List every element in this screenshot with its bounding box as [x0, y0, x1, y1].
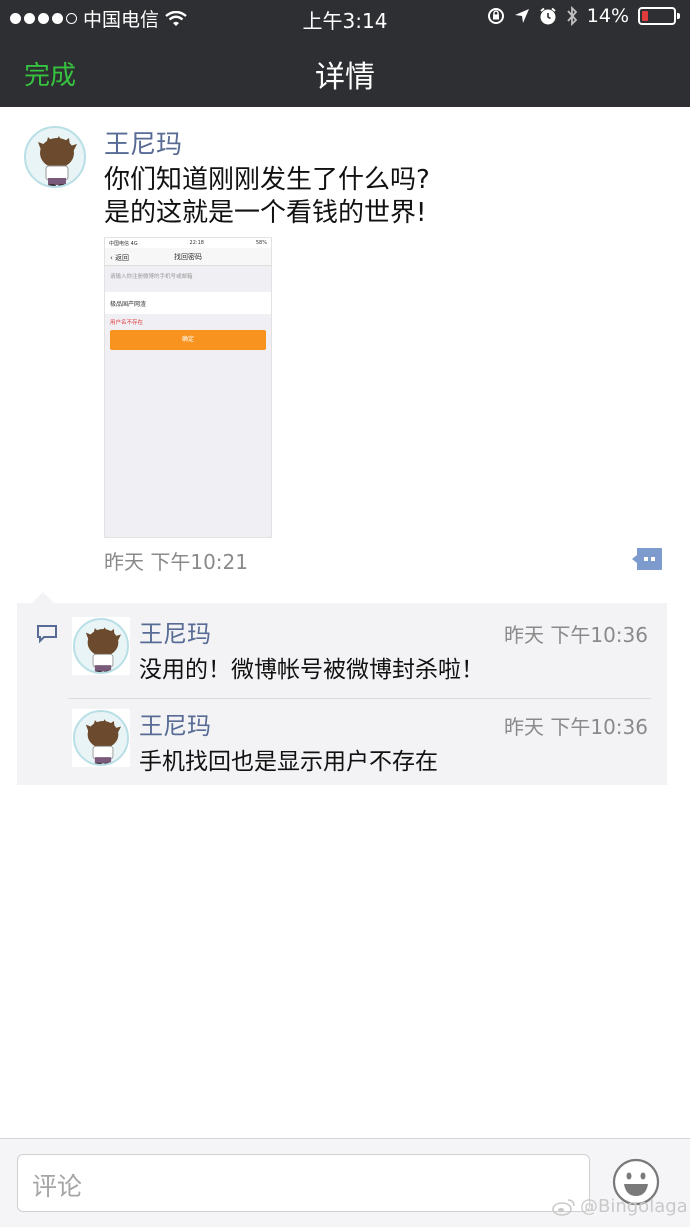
- post-text: 你们知道刚刚发生了什么吗? 是的这就是一个看钱的世界!: [104, 164, 664, 230]
- post-text-line: 你们知道刚刚发生了什么吗?: [104, 165, 430, 195]
- weibo-logo-icon: [552, 1198, 575, 1216]
- image-confirm-button: 确定: [110, 330, 266, 350]
- bluetooth-icon: [567, 6, 578, 26]
- comment-timestamp: 昨天 下午10:36: [504, 623, 648, 647]
- comment-divider: [68, 698, 651, 699]
- comment-avatar-circle: [73, 710, 129, 766]
- battery-percent: 14%: [586, 5, 629, 27]
- image-input-placeholder: 请输入你注册微博的手机号或邮箱: [105, 266, 271, 288]
- alarm-icon: [540, 7, 556, 25]
- post-image[interactable]: 中国电信 4G 22:18 58% ‹ 返回 找回密码 请输入你注册微博的手机号…: [104, 237, 272, 538]
- watermark: @Bingolaga: [552, 1196, 688, 1217]
- comment-avatar[interactable]: [72, 617, 130, 675]
- image-account-value: 极品国产网渣: [105, 292, 271, 314]
- comment-action-icon[interactable]: [631, 547, 663, 571]
- status-bar: 中国电信 上午3:14 14%: [0, 0, 690, 34]
- comments-caret: [32, 592, 54, 603]
- location-arrow-icon: [514, 9, 529, 23]
- comment-author-name[interactable]: 王尼玛: [139, 706, 211, 741]
- image-carrier: 中国电信 4G: [109, 240, 138, 247]
- image-title: 找回密码: [174, 253, 202, 261]
- watermark-text: @Bingolaga: [580, 1196, 688, 1217]
- post-timestamp: 昨天 下午10:21: [104, 550, 248, 574]
- image-status-bar: 中国电信 4G 22:18 58%: [105, 238, 271, 248]
- cartoon-boy-avatar-icon: [85, 627, 122, 672]
- rotation-lock-icon: [487, 8, 504, 24]
- post-author-avatar[interactable]: [24, 126, 86, 188]
- post-text-line: 是的这就是一个看钱的世界!: [104, 198, 427, 228]
- comment-avatar-circle: [73, 618, 129, 674]
- cartoon-boy-avatar-icon: [85, 719, 122, 764]
- image-battery: 58%: [255, 240, 267, 246]
- image-error-text: 用户名不存在: [110, 320, 144, 326]
- comment-text: 没用的！微博帐号被微博封杀啦！: [139, 657, 484, 683]
- navigation-bar: 中国电信 上午3:14 14% 完成 详情: [0, 0, 690, 107]
- post-author-name[interactable]: 王尼玛: [104, 124, 182, 161]
- cartoon-boy-avatar-icon: [38, 136, 77, 186]
- comment-author-name[interactable]: 王尼玛: [139, 614, 211, 649]
- comment-input[interactable]: 评论: [17, 1154, 590, 1212]
- status-right: 14%: [487, 5, 680, 27]
- page-title: 详情: [315, 60, 375, 95]
- battery-icon: [638, 7, 680, 25]
- comment-text: 手机找回也是显示用户不存在: [139, 749, 438, 775]
- comment-avatar[interactable]: [72, 709, 130, 767]
- image-time: 22:18: [189, 240, 204, 246]
- comment-timestamp: 昨天 下午10:36: [504, 715, 648, 739]
- comment-bubble-icon: [37, 625, 57, 644]
- image-nav-bar: ‹ 返回 找回密码: [105, 248, 271, 266]
